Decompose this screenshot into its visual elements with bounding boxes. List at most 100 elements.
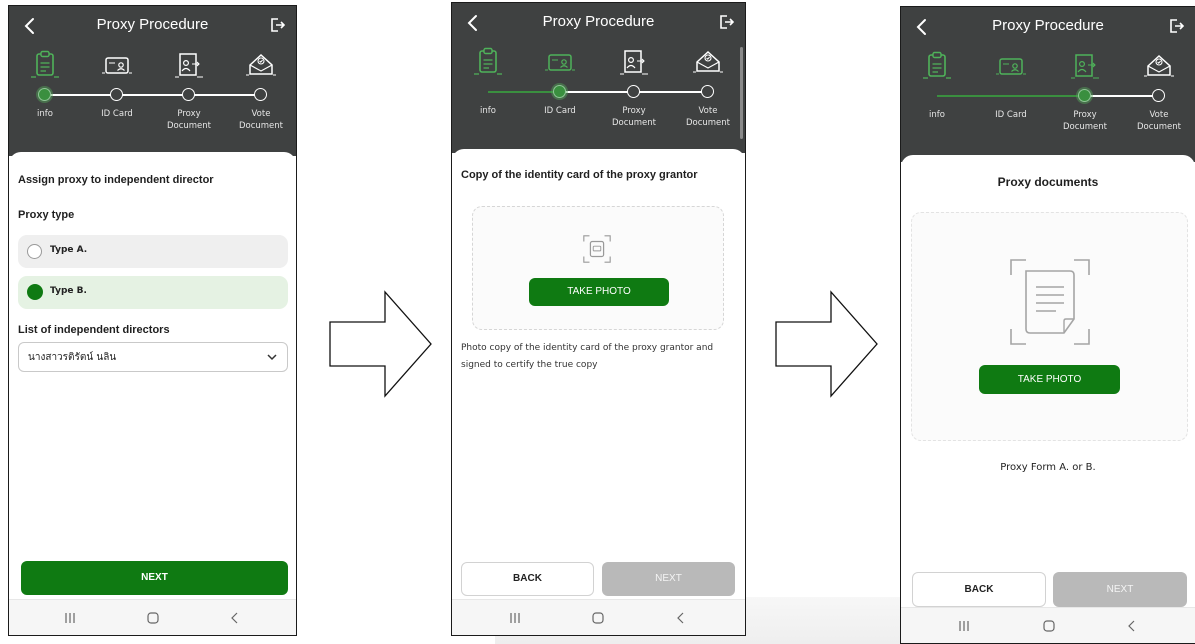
back-button[interactable]: BACK — [912, 572, 1046, 607]
next-button-disabled[interactable]: NEXT — [602, 562, 735, 596]
form-body: Proxy documents TAKE PHOTO Proxy Form A.… — [901, 155, 1195, 608]
proxy-form-caption: Proxy Form A. or B. — [1000, 462, 1096, 473]
step-dot — [701, 85, 714, 98]
clipboard-icon — [923, 51, 951, 79]
form-body: Assign proxy to independent director Pro… — [9, 152, 296, 600]
back-icon[interactable] — [673, 610, 689, 626]
back-button-label: BACK — [513, 573, 542, 584]
step-label: ID Card — [995, 110, 1027, 120]
form-heading: Proxy documents — [997, 175, 1099, 189]
back-icon[interactable] — [1124, 618, 1140, 634]
radio-option-type-b[interactable]: Type B. — [18, 276, 288, 309]
step-dot — [627, 85, 640, 98]
next-button-label: NEXT — [655, 573, 682, 584]
step-label: Proxy Document — [166, 109, 212, 131]
flow-arrow-right-icon — [329, 290, 432, 398]
back-icon[interactable] — [227, 610, 243, 626]
phone-screen-id-card: Proxy Procedure info ID Card Proxy Docum… — [451, 2, 746, 636]
step-track-pending — [1085, 95, 1159, 97]
scrollbar[interactable] — [740, 47, 743, 139]
id-card-icon — [996, 58, 1026, 75]
app-header: Proxy Procedure info ID Card Proxy Docum… — [9, 6, 296, 156]
step-info: info — [15, 50, 75, 119]
vote-box-icon — [246, 53, 276, 76]
step-info: info — [458, 47, 518, 116]
system-nav-bar — [901, 607, 1195, 643]
system-nav-bar — [452, 599, 745, 635]
page-title: Proxy Procedure — [992, 17, 1104, 34]
radio-button[interactable] — [27, 244, 42, 259]
page-title: Proxy Procedure — [542, 13, 655, 30]
back-button[interactable]: BACK — [461, 562, 594, 596]
step-dot — [254, 88, 267, 101]
take-photo-button[interactable]: TAKE PHOTO — [979, 365, 1120, 394]
directors-label: List of independent directors — [18, 324, 170, 336]
next-button-disabled[interactable]: NEXT — [1053, 572, 1187, 607]
radio-button-selected[interactable] — [27, 284, 43, 300]
step-track-pending — [45, 94, 261, 96]
radio-label: Type B. — [50, 286, 87, 296]
step-indicator: info ID Card Proxy Document Vote Documen… — [9, 50, 296, 146]
logout-icon[interactable] — [268, 16, 286, 34]
back-button-label: BACK — [964, 584, 994, 595]
take-photo-label: TAKE PHOTO — [567, 286, 631, 297]
flow-arrow-right-icon — [775, 290, 878, 398]
next-button-label: NEXT — [1106, 584, 1134, 595]
next-button-label: NEXT — [141, 572, 168, 583]
step-proxy-document: Proxy Document — [604, 47, 664, 128]
step-label: Proxy Document — [611, 106, 657, 128]
step-track-done — [488, 91, 560, 93]
proxy-type-label: Proxy type — [18, 209, 75, 221]
home-icon[interactable] — [145, 610, 161, 626]
step-label: Vote Document — [1136, 110, 1182, 132]
id-card-description: Photo copy of the identity card of the p… — [461, 343, 714, 370]
step-vote-document: Vote Document — [231, 50, 291, 131]
step-indicator: info ID Card Proxy Document Vote Documen… — [901, 51, 1195, 147]
step-label: Vote Document — [238, 109, 284, 131]
form-heading: Copy of the identity card of the proxy g… — [461, 169, 698, 181]
vote-box-icon — [1144, 54, 1174, 77]
step-vote-document: Vote Document — [678, 47, 738, 128]
step-dot — [38, 88, 51, 101]
logout-icon[interactable] — [1167, 17, 1185, 35]
step-dot — [1152, 89, 1165, 102]
step-label: info — [37, 109, 53, 119]
step-proxy-document: Proxy Document — [1055, 51, 1115, 132]
form-body: Copy of the identity card of the proxy g… — [452, 149, 745, 600]
next-button[interactable]: NEXT — [21, 561, 288, 595]
form-heading: Assign proxy to independent director — [18, 174, 214, 186]
id-card-dropzone[interactable]: TAKE PHOTO — [472, 206, 724, 330]
app-header: Proxy Procedure info ID Card Proxy Docum… — [452, 3, 745, 153]
step-label: Proxy Document — [1062, 110, 1108, 132]
proxy-document-dropzone[interactable]: TAKE PHOTO — [911, 212, 1188, 441]
step-label: ID Card — [101, 109, 133, 119]
step-indicator: info ID Card Proxy Document Vote Documen… — [452, 47, 745, 143]
radio-option-type-a[interactable]: Type A. — [18, 235, 288, 268]
take-photo-button[interactable]: TAKE PHOTO — [529, 278, 669, 306]
document-scan-icon — [1010, 259, 1090, 345]
step-vote-document: Vote Document — [1129, 51, 1189, 132]
logout-icon[interactable] — [717, 13, 735, 31]
home-icon[interactable] — [1041, 618, 1057, 634]
recent-apps-icon[interactable] — [956, 618, 972, 634]
home-icon[interactable] — [590, 610, 606, 626]
step-proxy-document: Proxy Document — [159, 50, 219, 131]
step-label: ID Card — [544, 106, 576, 116]
step-id-card: ID Card — [981, 51, 1041, 120]
vote-box-icon — [693, 50, 723, 73]
phone-screen-info: Proxy Procedure info ID Card Proxy Docum… — [8, 5, 297, 636]
step-track-done — [937, 95, 1085, 97]
take-photo-label: TAKE PHOTO — [1017, 374, 1082, 385]
step-label: info — [480, 106, 496, 116]
step-label: info — [929, 110, 945, 120]
step-id-card: ID Card — [87, 50, 147, 119]
phone-screen-proxy-document: Proxy Procedure info ID Card Proxy Docum… — [900, 6, 1195, 644]
recent-apps-icon[interactable] — [62, 610, 78, 626]
app-header: Proxy Procedure info ID Card Proxy Docum… — [901, 7, 1195, 162]
id-card-icon — [545, 54, 575, 71]
radio-label: Type A. — [50, 245, 88, 255]
recent-apps-icon[interactable] — [507, 610, 523, 626]
step-dot — [1078, 89, 1091, 102]
system-nav-bar — [9, 599, 296, 635]
director-select[interactable]: นางสาวรติรัตน์ นลิน — [18, 342, 288, 372]
